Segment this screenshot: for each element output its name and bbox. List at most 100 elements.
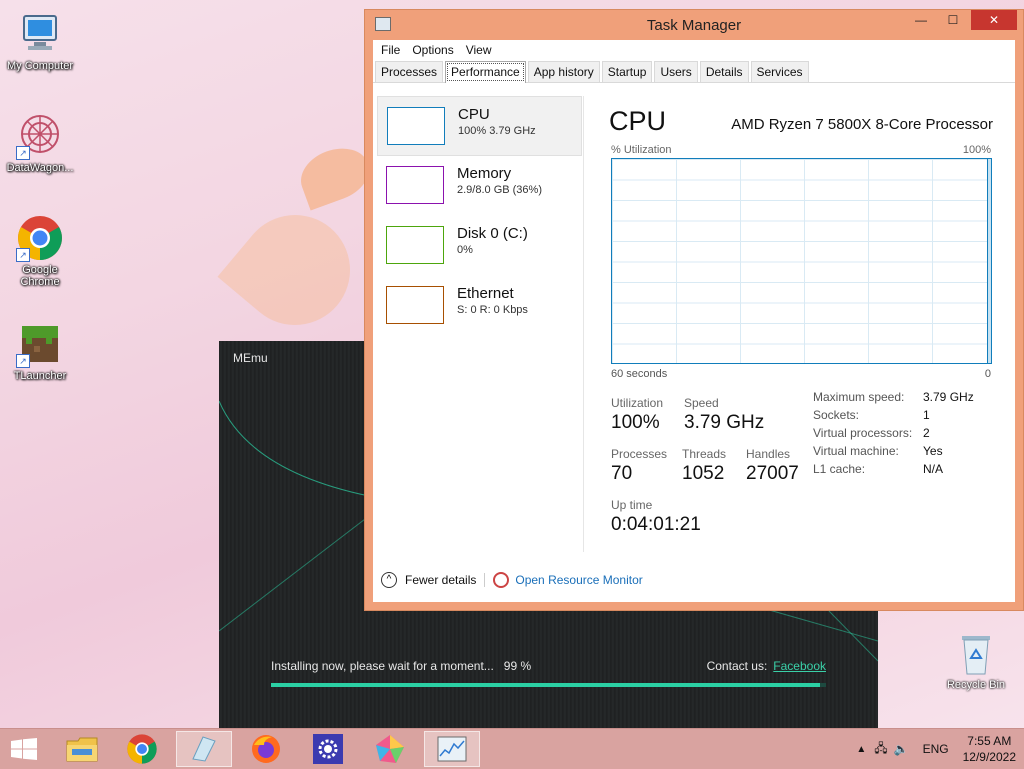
network-icon[interactable]: 🖧 <box>874 739 887 760</box>
computer-icon <box>16 10 64 58</box>
tab-details[interactable]: Details <box>699 61 749 82</box>
resource-memory[interactable]: Memory 2.9/8.0 GB (36%) <box>377 156 581 216</box>
installer-icon <box>192 736 216 762</box>
memory-thumbnail-graph <box>386 166 444 204</box>
menu-file[interactable]: File <box>375 43 406 57</box>
install-status-text: Installing now, please wait for a moment… <box>271 659 494 673</box>
recycle-bin-label: Recycle Bin <box>946 679 1006 691</box>
stat-value: 1052 <box>682 463 725 484</box>
show-hidden-icons-icon[interactable]: ▲ <box>856 744 866 755</box>
resource-name: Memory <box>457 165 512 182</box>
tlauncher-icon: ↗ <box>16 320 64 368</box>
desktop-icon-google-chrome[interactable]: ↗ Google Chrome <box>0 214 80 288</box>
firefox-icon <box>252 735 280 763</box>
desktop-icon-tlauncher[interactable]: ↗ TLauncher <box>0 320 80 382</box>
desktop-icon-my-computer[interactable]: My Computer <box>0 10 80 72</box>
facebook-link[interactable]: Facebook <box>773 659 826 673</box>
spec-value: 3.79 GHz <box>923 390 974 404</box>
resource-list: CPU 100% 3.79 GHz Memory 2.9/8.0 GB (36%… <box>377 96 582 566</box>
open-resource-monitor-link[interactable]: Open Resource Monitor <box>515 573 642 587</box>
spec-key: Maximum speed: <box>813 390 905 404</box>
desktop-icon-recycle-bin[interactable]: Recycle Bin <box>940 632 1012 691</box>
menu-bar: File Options View <box>373 40 1015 60</box>
folder-icon <box>66 737 98 762</box>
task-manager-window: Task Manager — ☐ ✕ File Options View Pro… <box>364 9 1024 611</box>
ethernet-thumbnail-graph <box>386 286 444 324</box>
stat-value: 27007 <box>746 463 799 484</box>
tab-processes[interactable]: Processes <box>375 61 444 82</box>
resource-name: CPU <box>458 106 490 123</box>
taskbar-file-explorer[interactable] <box>54 731 110 767</box>
stat-handles: Handles 27007 <box>746 447 799 485</box>
tab-users[interactable]: Users <box>654 61 698 82</box>
spec-key: Virtual machine: <box>813 444 899 458</box>
title-bar[interactable]: Task Manager — ☐ ✕ <box>365 10 1023 40</box>
pane-divider[interactable] <box>583 96 584 552</box>
stat-speed: Speed 3.79 GHz <box>684 396 764 434</box>
desktop-icon-label: TLauncher <box>13 370 67 382</box>
stat-value: 3.79 GHz <box>684 412 765 433</box>
datawagon-icon: ↗ <box>16 112 64 160</box>
install-progress-bar <box>271 683 826 687</box>
taskbar-settings-app[interactable] <box>300 731 356 767</box>
menu-options[interactable]: Options <box>406 43 459 57</box>
desktop-icon-datawagon[interactable]: ↗ DataWagon... <box>0 112 80 174</box>
shortcut-arrow-icon: ↗ <box>16 354 30 368</box>
contact-us: Contact us: Facebook <box>707 659 826 673</box>
taskbar-chrome[interactable] <box>114 731 170 767</box>
start-button[interactable] <box>0 731 48 767</box>
minimize-button[interactable]: — <box>907 10 935 30</box>
tab-performance[interactable]: Performance <box>445 61 526 83</box>
footer-divider <box>484 573 486 587</box>
volume-icon[interactable]: 🔈 <box>894 742 909 756</box>
install-percent: 99 % <box>503 659 532 673</box>
stat-utilization: Utilization 100% <box>611 396 663 434</box>
language-indicator[interactable]: ENG <box>923 742 949 756</box>
gear-icon <box>313 734 343 764</box>
taskbar: ▲ 🖧 🔈 ENG 7:55 AM 12/9/2022 <box>0 728 1024 769</box>
memu-title: MEmu <box>233 351 268 365</box>
spec-value: N/A <box>923 462 944 476</box>
spec-key: L1 cache: <box>813 462 866 476</box>
tab-startup[interactable]: Startup <box>601 61 653 82</box>
processor-name: AMD Ryzen 7 5800X 8-Core Processor <box>731 116 993 133</box>
tab-services[interactable]: Services <box>750 61 809 82</box>
stat-value: 70 <box>611 463 633 484</box>
system-tray: ▲ 🖧 🔈 ENG 7:55 AM 12/9/2022 <box>856 729 1016 769</box>
spec-value: 1 <box>923 408 930 422</box>
spec-row: Sockets: 1 <box>813 408 974 426</box>
menu-view[interactable]: View <box>460 43 498 57</box>
chevron-up-icon[interactable]: ^ <box>381 572 397 588</box>
spec-value: 2 <box>923 426 930 440</box>
maximize-button[interactable]: ☐ <box>939 10 967 30</box>
fewer-details-button[interactable]: Fewer details <box>405 573 476 587</box>
clock-date: 12/9/2022 <box>962 750 1016 764</box>
resource-cpu[interactable]: CPU 100% 3.79 GHz <box>377 96 582 156</box>
cpu-specs: Maximum speed: 3.79 GHz Sockets: 1 Virtual… <box>813 390 974 480</box>
recycle-bin-icon <box>962 636 990 675</box>
stat-label: Up time <box>611 498 653 512</box>
time-axis-label: 60 seconds <box>611 368 668 380</box>
resource-name: Disk 0 (C:) <box>457 225 528 242</box>
cpu-utilization-graph <box>611 158 992 364</box>
stat-value: 0:04:01:21 <box>611 514 701 535</box>
taskbar-memu[interactable] <box>362 731 418 767</box>
taskbar-firefox[interactable] <box>238 731 294 767</box>
resource-disk[interactable]: Disk 0 (C:) 0% <box>377 216 581 276</box>
stat-label: Speed <box>684 396 719 410</box>
chrome-icon: ↗ <box>16 214 64 262</box>
clock[interactable]: 7:55 AM 12/9/2022 <box>963 733 1016 765</box>
shortcut-arrow-icon: ↗ <box>16 248 30 262</box>
taskbar-task-manager[interactable] <box>424 731 480 767</box>
tab-app-history[interactable]: App history <box>527 61 600 82</box>
cpu-thumbnail-graph <box>387 107 445 145</box>
spec-row: Virtual machine: Yes <box>813 444 974 462</box>
chrome-icon <box>127 734 157 764</box>
stat-label: Threads <box>682 447 727 461</box>
task-manager-icon <box>437 736 467 762</box>
taskbar-installer[interactable] <box>176 731 232 767</box>
resource-monitor-icon <box>493 572 510 588</box>
clock-time: 7:55 AM <box>967 734 1012 748</box>
close-button[interactable]: ✕ <box>971 10 1017 30</box>
resource-ethernet[interactable]: Ethernet S: 0 R: 0 Kbps <box>377 276 581 336</box>
